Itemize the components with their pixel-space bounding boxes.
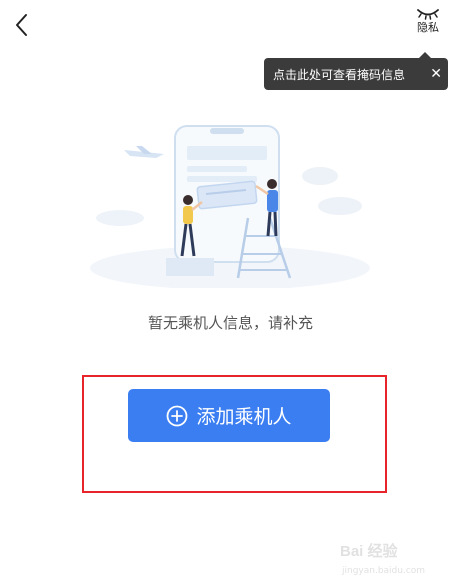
plus-circle-icon <box>167 405 188 426</box>
empty-passenger-illustration <box>90 125 370 288</box>
closed-eye-icon <box>417 9 439 20</box>
watermark-url: jingyan.baidu.com <box>342 566 426 576</box>
back-button[interactable] <box>8 10 36 40</box>
add-passenger-button[interactable]: 添加乘机人 <box>128 389 330 442</box>
tooltip-text: 点击此处可查看掩码信息 <box>273 67 406 82</box>
chevron-left-icon <box>16 14 27 36</box>
privacy-toggle-button[interactable]: 隐私 <box>408 6 448 44</box>
watermark-logo: Bai 经验 <box>340 543 398 560</box>
privacy-tooltip: 点击此处可查看掩码信息 ✕ <box>264 52 448 90</box>
add-passenger-label: 添加乘机人 <box>196 406 292 428</box>
privacy-label: 隐私 <box>417 21 439 34</box>
watermark: Bai 经验 jingyan.baidu.com <box>340 540 455 584</box>
close-icon[interactable]: ✕ <box>430 66 442 82</box>
empty-state-message: 暂无乘机人信息，请补充 <box>147 314 313 332</box>
